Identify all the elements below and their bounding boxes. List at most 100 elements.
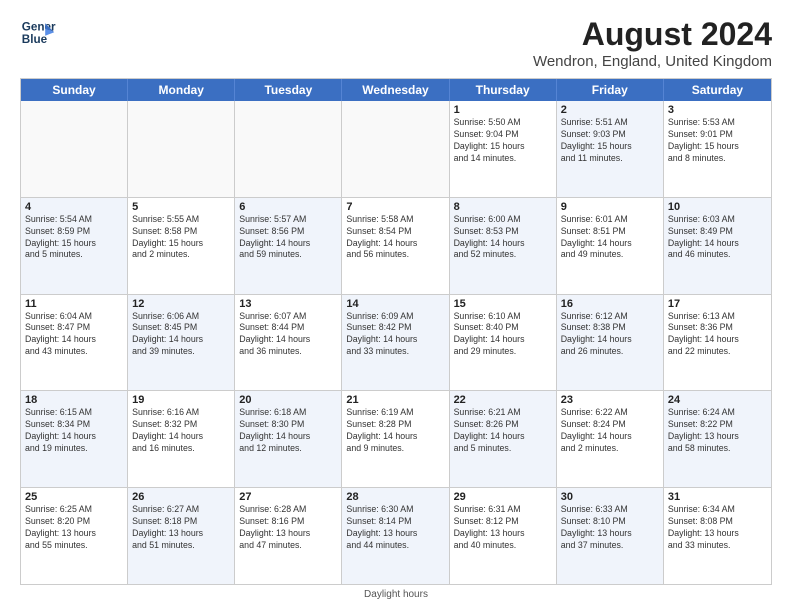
day-info: Sunrise: 5:53 AM Sunset: 9:01 PM Dayligh…	[668, 117, 767, 165]
page: General Blue August 2024 Wendron, Englan…	[0, 0, 792, 612]
cal-cell-1-7: 3Sunrise: 5:53 AM Sunset: 9:01 PM Daylig…	[664, 101, 771, 197]
cal-cell-5-5: 29Sunrise: 6:31 AM Sunset: 8:12 PM Dayli…	[450, 488, 557, 584]
cal-cell-5-1: 25Sunrise: 6:25 AM Sunset: 8:20 PM Dayli…	[21, 488, 128, 584]
cal-cell-3-2: 12Sunrise: 6:06 AM Sunset: 8:45 PM Dayli…	[128, 295, 235, 391]
day-info: Sunrise: 6:12 AM Sunset: 8:38 PM Dayligh…	[561, 311, 659, 359]
cal-cell-5-7: 31Sunrise: 6:34 AM Sunset: 8:08 PM Dayli…	[664, 488, 771, 584]
dow-sunday: Sunday	[21, 79, 128, 101]
day-info: Sunrise: 5:54 AM Sunset: 8:59 PM Dayligh…	[25, 214, 123, 262]
day-number: 31	[668, 491, 767, 503]
day-number: 26	[132, 491, 230, 503]
day-number: 21	[346, 394, 444, 406]
calendar-body: 1Sunrise: 5:50 AM Sunset: 9:04 PM Daylig…	[21, 101, 771, 584]
cal-cell-2-7: 10Sunrise: 6:03 AM Sunset: 8:49 PM Dayli…	[664, 198, 771, 294]
day-number: 17	[668, 298, 767, 310]
day-info: Sunrise: 6:34 AM Sunset: 8:08 PM Dayligh…	[668, 504, 767, 552]
cal-cell-3-4: 14Sunrise: 6:09 AM Sunset: 8:42 PM Dayli…	[342, 295, 449, 391]
day-info: Sunrise: 6:09 AM Sunset: 8:42 PM Dayligh…	[346, 311, 444, 359]
day-number: 19	[132, 394, 230, 406]
cal-cell-2-2: 5Sunrise: 5:55 AM Sunset: 8:58 PM Daylig…	[128, 198, 235, 294]
day-info: Sunrise: 6:16 AM Sunset: 8:32 PM Dayligh…	[132, 407, 230, 455]
calendar-week-3: 11Sunrise: 6:04 AM Sunset: 8:47 PM Dayli…	[21, 295, 771, 392]
calendar-week-4: 18Sunrise: 6:15 AM Sunset: 8:34 PM Dayli…	[21, 391, 771, 488]
cal-cell-5-4: 28Sunrise: 6:30 AM Sunset: 8:14 PM Dayli…	[342, 488, 449, 584]
dow-saturday: Saturday	[664, 79, 771, 101]
dow-wednesday: Wednesday	[342, 79, 449, 101]
calendar: Sunday Monday Tuesday Wednesday Thursday…	[20, 78, 772, 585]
day-number: 25	[25, 491, 123, 503]
day-number: 5	[132, 201, 230, 213]
header: General Blue August 2024 Wendron, Englan…	[20, 16, 772, 70]
cal-cell-4-7: 24Sunrise: 6:24 AM Sunset: 8:22 PM Dayli…	[664, 391, 771, 487]
day-number: 6	[239, 201, 337, 213]
day-info: Sunrise: 6:25 AM Sunset: 8:20 PM Dayligh…	[25, 504, 123, 552]
day-info: Sunrise: 6:31 AM Sunset: 8:12 PM Dayligh…	[454, 504, 552, 552]
day-info: Sunrise: 6:07 AM Sunset: 8:44 PM Dayligh…	[239, 311, 337, 359]
day-info: Sunrise: 5:55 AM Sunset: 8:58 PM Dayligh…	[132, 214, 230, 262]
cal-cell-2-4: 7Sunrise: 5:58 AM Sunset: 8:54 PM Daylig…	[342, 198, 449, 294]
day-number: 14	[346, 298, 444, 310]
dow-tuesday: Tuesday	[235, 79, 342, 101]
day-number: 28	[346, 491, 444, 503]
day-info: Sunrise: 6:33 AM Sunset: 8:10 PM Dayligh…	[561, 504, 659, 552]
day-number: 11	[25, 298, 123, 310]
calendar-week-1: 1Sunrise: 5:50 AM Sunset: 9:04 PM Daylig…	[21, 101, 771, 198]
day-info: Sunrise: 5:51 AM Sunset: 9:03 PM Dayligh…	[561, 117, 659, 165]
logo: General Blue	[20, 16, 56, 52]
cal-cell-4-2: 19Sunrise: 6:16 AM Sunset: 8:32 PM Dayli…	[128, 391, 235, 487]
day-number: 8	[454, 201, 552, 213]
day-info: Sunrise: 5:50 AM Sunset: 9:04 PM Dayligh…	[454, 117, 552, 165]
day-info: Sunrise: 6:27 AM Sunset: 8:18 PM Dayligh…	[132, 504, 230, 552]
day-number: 23	[561, 394, 659, 406]
day-info: Sunrise: 6:03 AM Sunset: 8:49 PM Dayligh…	[668, 214, 767, 262]
calendar-week-2: 4Sunrise: 5:54 AM Sunset: 8:59 PM Daylig…	[21, 198, 771, 295]
day-info: Sunrise: 6:13 AM Sunset: 8:36 PM Dayligh…	[668, 311, 767, 359]
footer: Daylight hours	[20, 589, 772, 600]
day-number: 30	[561, 491, 659, 503]
cal-cell-4-5: 22Sunrise: 6:21 AM Sunset: 8:26 PM Dayli…	[450, 391, 557, 487]
day-number: 27	[239, 491, 337, 503]
dow-thursday: Thursday	[450, 79, 557, 101]
day-info: Sunrise: 6:01 AM Sunset: 8:51 PM Dayligh…	[561, 214, 659, 262]
day-number: 3	[668, 104, 767, 116]
cal-cell-3-6: 16Sunrise: 6:12 AM Sunset: 8:38 PM Dayli…	[557, 295, 664, 391]
cal-cell-1-2	[128, 101, 235, 197]
cal-cell-3-7: 17Sunrise: 6:13 AM Sunset: 8:36 PM Dayli…	[664, 295, 771, 391]
cal-cell-5-3: 27Sunrise: 6:28 AM Sunset: 8:16 PM Dayli…	[235, 488, 342, 584]
cal-cell-1-6: 2Sunrise: 5:51 AM Sunset: 9:03 PM Daylig…	[557, 101, 664, 197]
cal-cell-2-3: 6Sunrise: 5:57 AM Sunset: 8:56 PM Daylig…	[235, 198, 342, 294]
cal-cell-3-3: 13Sunrise: 6:07 AM Sunset: 8:44 PM Dayli…	[235, 295, 342, 391]
day-info: Sunrise: 6:28 AM Sunset: 8:16 PM Dayligh…	[239, 504, 337, 552]
day-info: Sunrise: 6:30 AM Sunset: 8:14 PM Dayligh…	[346, 504, 444, 552]
day-number: 13	[239, 298, 337, 310]
cal-cell-1-1	[21, 101, 128, 197]
day-number: 10	[668, 201, 767, 213]
day-number: 2	[561, 104, 659, 116]
day-info: Sunrise: 6:00 AM Sunset: 8:53 PM Dayligh…	[454, 214, 552, 262]
subtitle: Wendron, England, United Kingdom	[533, 53, 772, 70]
cal-cell-2-6: 9Sunrise: 6:01 AM Sunset: 8:51 PM Daylig…	[557, 198, 664, 294]
main-title: August 2024	[533, 16, 772, 53]
day-number: 9	[561, 201, 659, 213]
cal-cell-4-4: 21Sunrise: 6:19 AM Sunset: 8:28 PM Dayli…	[342, 391, 449, 487]
cal-cell-3-5: 15Sunrise: 6:10 AM Sunset: 8:40 PM Dayli…	[450, 295, 557, 391]
cal-cell-4-6: 23Sunrise: 6:22 AM Sunset: 8:24 PM Dayli…	[557, 391, 664, 487]
cal-cell-4-3: 20Sunrise: 6:18 AM Sunset: 8:30 PM Dayli…	[235, 391, 342, 487]
day-info: Sunrise: 6:04 AM Sunset: 8:47 PM Dayligh…	[25, 311, 123, 359]
day-info: Sunrise: 6:18 AM Sunset: 8:30 PM Dayligh…	[239, 407, 337, 455]
calendar-header: Sunday Monday Tuesday Wednesday Thursday…	[21, 79, 771, 101]
day-number: 24	[668, 394, 767, 406]
day-info: Sunrise: 5:57 AM Sunset: 8:56 PM Dayligh…	[239, 214, 337, 262]
dow-friday: Friday	[557, 79, 664, 101]
cal-cell-2-5: 8Sunrise: 6:00 AM Sunset: 8:53 PM Daylig…	[450, 198, 557, 294]
day-number: 12	[132, 298, 230, 310]
day-number: 7	[346, 201, 444, 213]
day-number: 20	[239, 394, 337, 406]
day-number: 15	[454, 298, 552, 310]
cal-cell-5-2: 26Sunrise: 6:27 AM Sunset: 8:18 PM Dayli…	[128, 488, 235, 584]
day-info: Sunrise: 6:19 AM Sunset: 8:28 PM Dayligh…	[346, 407, 444, 455]
dow-monday: Monday	[128, 79, 235, 101]
day-info: Sunrise: 6:10 AM Sunset: 8:40 PM Dayligh…	[454, 311, 552, 359]
cal-cell-1-4	[342, 101, 449, 197]
day-info: Sunrise: 6:22 AM Sunset: 8:24 PM Dayligh…	[561, 407, 659, 455]
